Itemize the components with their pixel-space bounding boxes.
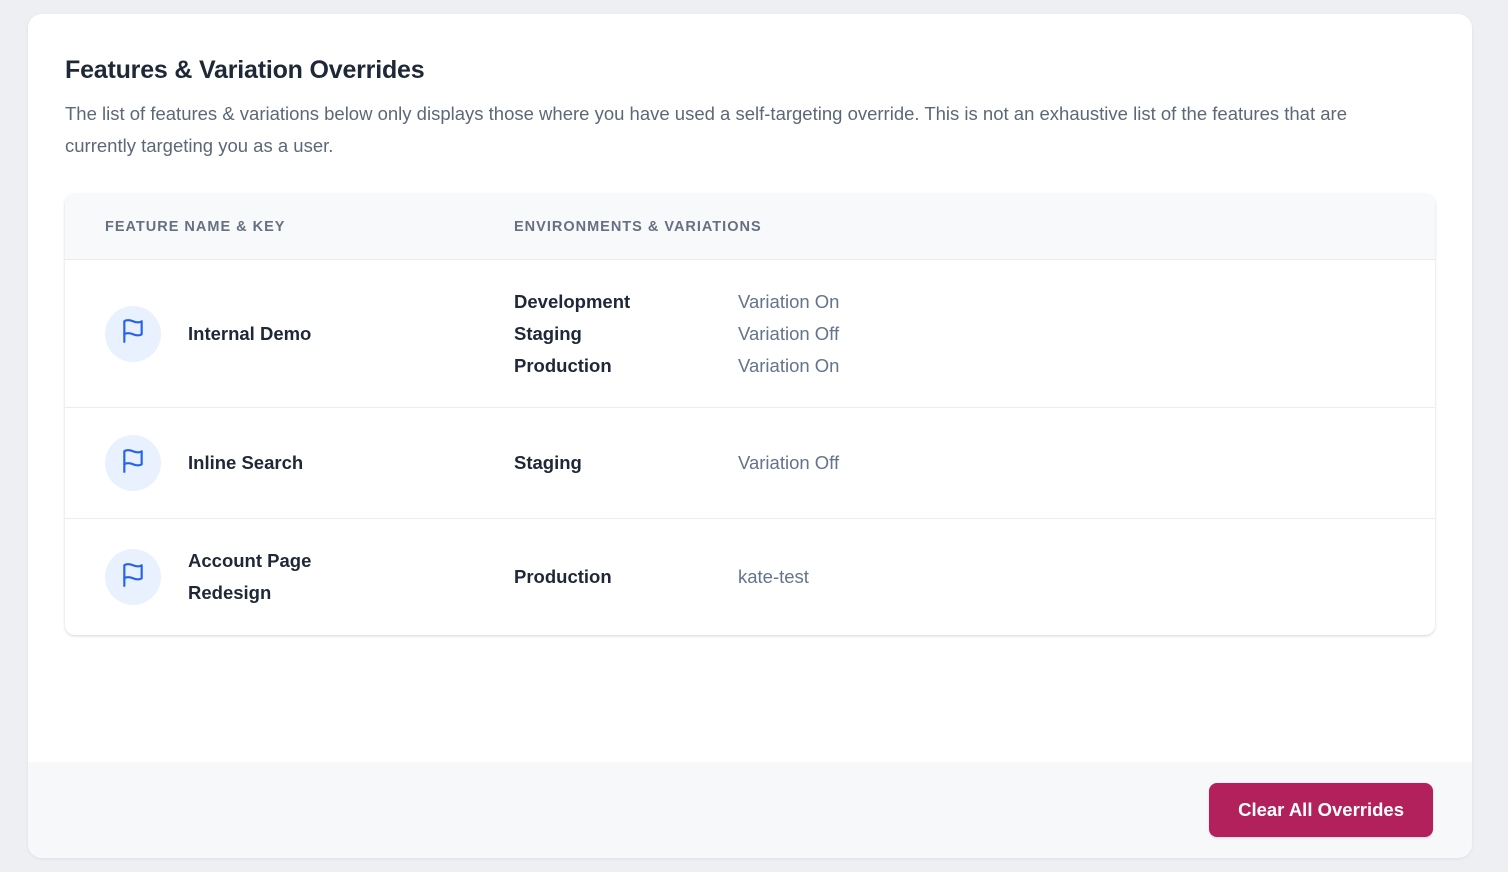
variation-value: kate-test [738,561,809,593]
feature-name: Inline Search [188,447,303,479]
overrides-table: Feature name & key Environments & variat… [65,194,1435,635]
feature-name: Account Page Redesign [188,545,353,609]
environment-name: Staging [514,447,738,479]
page-title: Features & Variation Overrides [65,54,1435,86]
environment-name: Production [514,561,738,593]
environment-name: Production [514,350,738,382]
flag-icon [120,448,146,479]
environments-cell: Staging Variation Off [514,447,1435,479]
flag-badge [105,549,161,605]
panel-body: Features & Variation Overrides The list … [28,14,1472,635]
flag-badge [105,435,161,491]
column-header-environments: Environments & variations [514,219,1435,235]
environment-line: Staging Variation Off [514,447,1435,479]
environment-line: Staging Variation Off [514,318,1435,350]
flag-badge [105,306,161,362]
feature-cell: Internal Demo [65,306,514,362]
feature-name: Internal Demo [188,318,311,350]
environment-line: Production Variation On [514,350,1435,382]
variation-value: Variation On [738,286,839,318]
table-header-row: Feature name & key Environments & variat… [65,194,1435,260]
environment-name: Development [514,286,738,318]
column-header-feature: Feature name & key [65,219,514,235]
variation-value: Variation Off [738,447,839,479]
table-row: Inline Search Staging Variation Off [65,407,1435,518]
table-row: Internal Demo Development Variation On S… [65,260,1435,407]
environments-cell: Development Variation On Staging Variati… [514,286,1435,382]
table-row: Account Page Redesign Production kate-te… [65,518,1435,635]
overrides-panel: Features & Variation Overrides The list … [28,14,1472,858]
environment-line: Development Variation On [514,286,1435,318]
feature-cell: Inline Search [65,435,514,491]
environment-name: Staging [514,318,738,350]
panel-footer: Clear All Overrides [28,762,1472,858]
variation-value: Variation On [738,350,839,382]
environment-line: Production kate-test [514,561,1435,593]
variation-value: Variation Off [738,318,839,350]
flag-icon [120,318,146,349]
flag-icon [120,562,146,593]
page-description: The list of features & variations below … [65,98,1410,162]
environments-cell: Production kate-test [514,561,1435,593]
clear-all-overrides-button[interactable]: Clear All Overrides [1209,783,1433,837]
feature-cell: Account Page Redesign [65,545,514,609]
